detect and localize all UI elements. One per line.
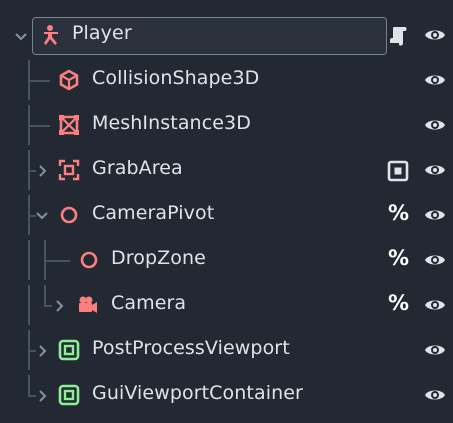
node-label: GuiViewportContainer [92, 382, 303, 404]
node-label: Camera [111, 292, 187, 314]
subviewport-icon [58, 339, 80, 361]
chevron-down-icon[interactable] [13, 29, 29, 45]
chevron-down-icon[interactable] [34, 208, 50, 224]
tree-row-postprocessviewport[interactable]: PostProcessViewport [8, 330, 447, 370]
visibility-eye-icon[interactable] [423, 25, 447, 45]
node-label: DropZone [111, 247, 206, 269]
subviewport-icon [58, 384, 80, 406]
visibility-eye-icon[interactable] [423, 295, 447, 315]
visibility-eye-icon[interactable] [423, 250, 447, 270]
script-icon[interactable] [387, 25, 409, 47]
node-label: PostProcessViewport [92, 337, 290, 359]
chevron-right-icon[interactable] [35, 343, 51, 359]
camera-3d-icon [79, 296, 97, 313]
tree-guide [44, 285, 46, 306]
character-body-3d-icon [44, 25, 58, 45]
node-3d-icon [80, 251, 98, 269]
visibility-eye-icon[interactable] [423, 205, 447, 225]
tree-guide [28, 375, 30, 396]
tree-row-collisionshape3d[interactable]: CollisionShape3D [8, 60, 447, 100]
unique-name-icon[interactable]: % [388, 291, 409, 315]
visibility-eye-icon[interactable] [423, 115, 447, 135]
visibility-eye-icon[interactable] [423, 385, 447, 405]
tree-row-meshinstance3d[interactable]: MeshInstance3D [8, 105, 447, 145]
node-label: Player [72, 22, 132, 44]
chevron-right-icon[interactable] [35, 163, 51, 179]
group-icon[interactable] [387, 160, 409, 182]
tree-guide [44, 305, 52, 307]
node-3d-icon [60, 206, 78, 224]
area-3d-icon [58, 159, 80, 181]
tree-guide [28, 125, 50, 127]
tree-guide [44, 260, 70, 262]
tree-row-camerapivot[interactable]: CameraPivot % [8, 195, 447, 235]
tree-row-player[interactable]: Player [8, 15, 447, 55]
node-label: CameraPivot [92, 202, 215, 224]
visibility-eye-icon[interactable] [423, 70, 447, 90]
node-label: MeshInstance3D [92, 112, 251, 134]
tree-guide [28, 240, 30, 280]
visibility-eye-icon[interactable] [423, 340, 447, 360]
tree-row-dropzone[interactable]: DropZone % [8, 240, 447, 280]
node-label: CollisionShape3D [92, 67, 260, 89]
tree-row-guiviewportcontainer[interactable]: GuiViewportContainer [8, 375, 447, 415]
tree-guide [28, 285, 30, 325]
chevron-right-icon[interactable] [52, 298, 68, 314]
tree-guide [28, 80, 50, 82]
unique-name-icon[interactable]: % [388, 201, 409, 225]
tree-row-grabarea[interactable]: GrabArea [8, 150, 447, 190]
visibility-eye-icon[interactable] [423, 160, 447, 180]
node-label: GrabArea [92, 157, 183, 179]
mesh-instance-3d-icon [59, 115, 79, 135]
chevron-right-icon[interactable] [35, 388, 51, 404]
collision-shape-3d-icon [59, 69, 79, 91]
scene-tree-panel: Player CollisionShape3D MeshInstance3D G… [0, 0, 453, 423]
unique-name-icon[interactable]: % [388, 246, 409, 270]
tree-row-camera[interactable]: Camera % [8, 285, 447, 325]
